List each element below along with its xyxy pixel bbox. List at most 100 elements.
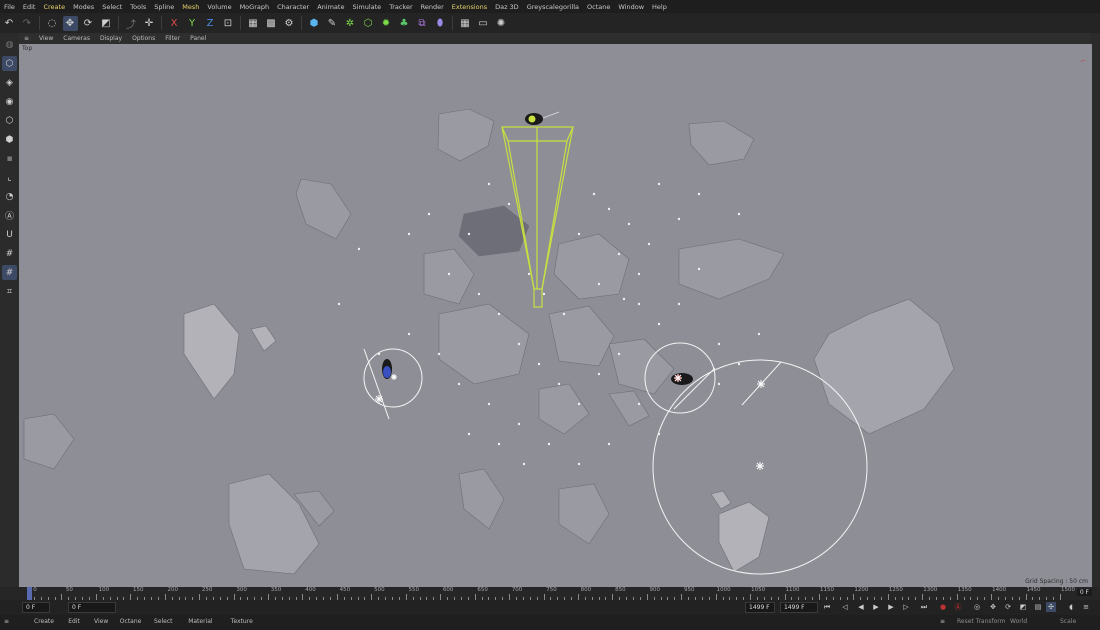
deformer-icon[interactable]: ♣	[397, 16, 412, 31]
edges-mode-icon[interactable]: ⬡	[2, 113, 17, 128]
polygons-mode-icon[interactable]: ⬢	[2, 132, 17, 147]
z-axis-icon[interactable]: Z	[203, 16, 218, 31]
camera-icon[interactable]: ▭	[476, 16, 491, 31]
prev-frame-icon[interactable]: ◀	[856, 602, 866, 612]
move-icon[interactable]: ✥	[62, 15, 78, 31]
playhead[interactable]	[27, 587, 32, 600]
menu-animate[interactable]: Animate	[313, 3, 348, 11]
grid-icon[interactable]: ▦	[458, 16, 473, 31]
solo-icon[interactable]: Ⓐ	[2, 208, 17, 223]
param-key-icon[interactable]: ▤	[1033, 602, 1043, 612]
recent-tool-icon[interactable]: ⤴	[124, 16, 139, 31]
material-menu-edit[interactable]: Edit	[68, 618, 80, 625]
points-mode-icon[interactable]: ◉	[2, 94, 17, 109]
redo-icon[interactable]: ↷	[20, 16, 35, 31]
undo-icon[interactable]: ↶	[2, 16, 17, 31]
autokey-icon[interactable]: Ⓐ	[953, 602, 963, 612]
menu-spline[interactable]: Spline	[150, 3, 178, 11]
menu-extensions[interactable]: Extensions	[448, 3, 491, 11]
viewport-menu-panel[interactable]: Panel	[185, 35, 211, 42]
world-coord-icon[interactable]: ⊡	[221, 16, 236, 31]
menu-mograph[interactable]: MoGraph	[236, 3, 274, 11]
prev-key-icon[interactable]: ◁	[840, 602, 850, 612]
render-settings-icon[interactable]: ⚙	[282, 16, 297, 31]
menu-greyscalegorilla[interactable]: Greyscalegorilla	[523, 3, 583, 11]
menu-volume[interactable]: Volume	[203, 3, 235, 11]
menu-file[interactable]: File	[0, 3, 19, 11]
coord-menu-icon[interactable]: ≡	[940, 618, 945, 625]
cube-icon[interactable]: ⬢	[307, 16, 322, 31]
keyframe-selection-icon[interactable]: ◎	[972, 602, 982, 612]
mograph-icon[interactable]: ✹	[379, 16, 394, 31]
menu-window[interactable]: Window	[614, 3, 648, 11]
subdivision-icon[interactable]: ✲	[343, 16, 358, 31]
menu-simulate[interactable]: Simulate	[348, 3, 385, 11]
menu-tracker[interactable]: Tracker	[385, 3, 416, 11]
menu-modes[interactable]: Modes	[69, 3, 98, 11]
menu-help[interactable]: Help	[648, 3, 671, 11]
menu-create[interactable]: Create	[39, 3, 69, 11]
light-icon[interactable]: ✺	[494, 16, 509, 31]
end-frame-field[interactable]: 1499 F	[745, 602, 775, 613]
viewport-menu-cameras[interactable]: Cameras	[58, 35, 95, 42]
pen-icon[interactable]: ✎	[325, 16, 340, 31]
right-scrollbar[interactable]	[1092, 33, 1100, 587]
transform-icon[interactable]: ✛	[142, 16, 157, 31]
rotate-icon[interactable]: ⟳	[81, 16, 96, 31]
model-mode-icon[interactable]: ◍	[2, 37, 17, 52]
viewport-menu-options[interactable]: Options	[127, 35, 160, 42]
x-axis-icon[interactable]: X	[167, 16, 182, 31]
viewport-top[interactable]: Top ⌐ Grid Spacing : 50 cm	[19, 44, 1092, 587]
material-menu-select[interactable]: Select	[154, 618, 173, 625]
menu-tools[interactable]: Tools	[126, 3, 150, 11]
next-key-icon[interactable]: ▷	[901, 602, 911, 612]
menu-mesh[interactable]: Mesh	[178, 3, 203, 11]
rotation-key-icon[interactable]: ⟳	[1003, 602, 1013, 612]
menu-character[interactable]: Character	[273, 3, 313, 11]
pla-key-icon[interactable]: ✣	[1046, 602, 1056, 612]
y-axis-icon[interactable]: Y	[185, 16, 200, 31]
next-frame-icon[interactable]: ▶	[886, 602, 896, 612]
preview-end-field[interactable]: 1499 F	[780, 602, 818, 613]
menu-render[interactable]: Render	[417, 3, 448, 11]
current-frame-field[interactable]: 0 F	[68, 602, 116, 613]
viewport-menu-display[interactable]: Display	[95, 35, 127, 42]
menu-daz-3d[interactable]: Daz 3D	[491, 3, 523, 11]
go-end-icon[interactable]: ⏭	[919, 602, 929, 612]
locked-workplane-icon[interactable]: #	[2, 265, 17, 280]
render-view-icon[interactable]: ▩	[264, 16, 279, 31]
material-menu-material[interactable]: Material	[188, 618, 212, 625]
go-start-icon[interactable]: ⏮	[822, 602, 832, 612]
menu-edit[interactable]: Edit	[19, 3, 40, 11]
field-icon[interactable]: ⬮	[433, 16, 448, 31]
texture-mode-icon[interactable]: ◈	[2, 75, 17, 90]
planar-workplane-icon[interactable]: ⌗	[2, 284, 17, 299]
scale-key-icon[interactable]: ◩	[1018, 602, 1028, 612]
record-icon[interactable]: ●	[938, 602, 948, 612]
position-key-icon[interactable]: ✥	[988, 602, 998, 612]
scale-icon[interactable]: ◩	[99, 16, 114, 31]
axis-mode-icon[interactable]: ⌞	[2, 170, 17, 185]
workplane-icon[interactable]: #	[2, 246, 17, 261]
snap-icon[interactable]: U	[2, 227, 17, 242]
material-menu-octane[interactable]: Octane	[120, 618, 142, 625]
play-icon[interactable]: ▶	[871, 602, 881, 612]
material-manager-menu-icon[interactable]: ≡	[4, 618, 9, 625]
viewport-menu-icon[interactable]: ≡	[19, 35, 34, 42]
object-mode-icon[interactable]: ⬡	[2, 56, 17, 71]
scale-mode-select[interactable]: Scale	[1060, 618, 1076, 625]
viewport-menu-view[interactable]: View	[34, 35, 58, 42]
material-menu-texture[interactable]: Texture	[231, 618, 253, 625]
timeline-ruler[interactable]: 0 50 100 150 200 250 300 350 400 450 500 550 600 650 7…	[27, 587, 1075, 600]
uv-mode-icon[interactable]: ▪	[2, 151, 17, 166]
timeline[interactable]: 0 50 100 150 200 250 300 350 400 450 500 550 600 650 7…	[0, 587, 1100, 600]
viewport-menu-filter[interactable]: Filter	[160, 35, 185, 42]
tweak-mode-icon[interactable]: ◔	[2, 189, 17, 204]
material-menu-view[interactable]: View	[94, 618, 108, 625]
material-menu-create[interactable]: Create	[34, 618, 54, 625]
start-frame-field[interactable]: 0 F	[22, 602, 50, 613]
menu-octane[interactable]: Octane	[583, 3, 614, 11]
menu-icon[interactable]: ≡	[1081, 602, 1091, 612]
coord-system-select[interactable]: World	[1010, 618, 1027, 625]
sound-icon[interactable]: ◖	[1066, 602, 1076, 612]
